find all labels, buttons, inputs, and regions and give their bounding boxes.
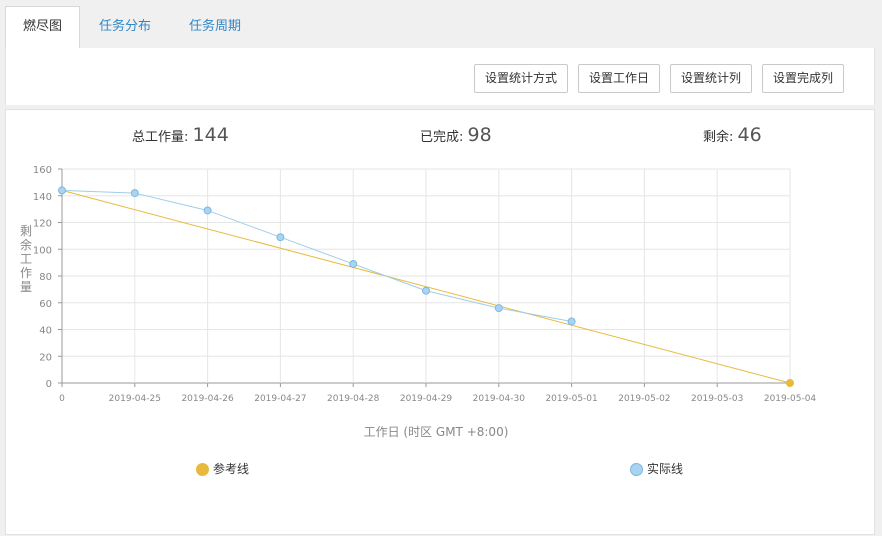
legend-reference-marker xyxy=(196,463,209,476)
y-tick-label: 60 xyxy=(39,299,52,310)
burndown-chart: 0 20 40 60 80 100 120 140 160 0 2019-04-25 2019-04-… xyxy=(20,165,817,439)
y-tick-label: 160 xyxy=(33,165,52,176)
legend-actual-marker xyxy=(630,463,643,476)
toolbar-panel: 设置统计方式 设置工作日 设置统计列 设置完成列 xyxy=(5,48,875,105)
y-tick-label: 140 xyxy=(33,192,52,203)
x-tick-label: 2019-05-01 xyxy=(545,394,597,404)
y-tick-label: 20 xyxy=(39,352,52,363)
tab-task-cycle[interactable]: 任务周期 xyxy=(178,7,252,47)
series-point-reference xyxy=(786,379,794,387)
set-workdays-button[interactable]: 设置工作日 xyxy=(578,64,660,93)
series-point-actual xyxy=(422,286,430,295)
set-done-column-button[interactable]: 设置完成列 xyxy=(762,64,844,93)
legend-reference[interactable]: 参考线 xyxy=(196,460,249,477)
y-axis-label-char: 余 xyxy=(20,237,32,252)
legend-actual-label: 实际线 xyxy=(647,462,684,476)
x-tick-label: 2019-04-27 xyxy=(254,394,306,404)
series-point-actual xyxy=(130,189,139,198)
y-tick-label: 100 xyxy=(33,245,52,256)
x-tick-label: 2019-04-26 xyxy=(181,394,234,404)
y-axis-label-char: 作 xyxy=(20,266,32,280)
series-line-actual xyxy=(61,189,572,322)
chart-panel: 总工作量: 144 已完成: 98 剩余: 46 0 20 40 60 80 100 120… xyxy=(5,109,875,535)
y-tick-label: 0 xyxy=(46,379,52,390)
set-stat-method-button[interactable]: 设置统计方式 xyxy=(474,64,568,93)
series-point-actual xyxy=(567,317,576,326)
series-point-actual xyxy=(58,186,66,195)
tab-task-distribution[interactable]: 任务分布 xyxy=(88,7,162,47)
series-point-actual xyxy=(349,259,358,268)
x-tick-label: 2019-05-02 xyxy=(618,394,670,404)
x-tick-label: 2019-04-25 xyxy=(109,394,161,404)
x-tick-label: 2019-05-03 xyxy=(691,394,743,404)
tab-burndown[interactable]: 燃尽图 xyxy=(5,6,80,49)
x-tick-label: 2019-04-29 xyxy=(400,394,453,404)
x-tick-label: 2019-05-04 xyxy=(764,394,817,404)
x-axis-label: 工作日 (时区 GMT +8:00) xyxy=(364,425,509,439)
x-tick-label: 2019-04-28 xyxy=(327,394,380,404)
y-tick-label: 120 xyxy=(33,219,52,230)
x-tick-label: 0 xyxy=(59,394,65,404)
x-tick-label: 2019-04-30 xyxy=(473,394,526,404)
series-point-actual xyxy=(276,233,285,242)
y-tick-label: 80 xyxy=(39,272,52,283)
legend-reference-label: 参考线 xyxy=(213,462,250,476)
tab-bar: 燃尽图 任务分布 任务周期 xyxy=(0,0,882,49)
y-axis-label-char: 剩 xyxy=(20,224,32,238)
legend-actual[interactable]: 实际线 xyxy=(630,460,683,477)
y-axis-label-char: 量 xyxy=(20,280,32,294)
y-tick-label: 40 xyxy=(39,326,52,337)
series-point-actual xyxy=(203,206,212,215)
series-point-actual xyxy=(494,304,503,313)
set-stat-columns-button[interactable]: 设置统计列 xyxy=(670,64,752,93)
y-axis-label-char: 工 xyxy=(20,252,32,266)
